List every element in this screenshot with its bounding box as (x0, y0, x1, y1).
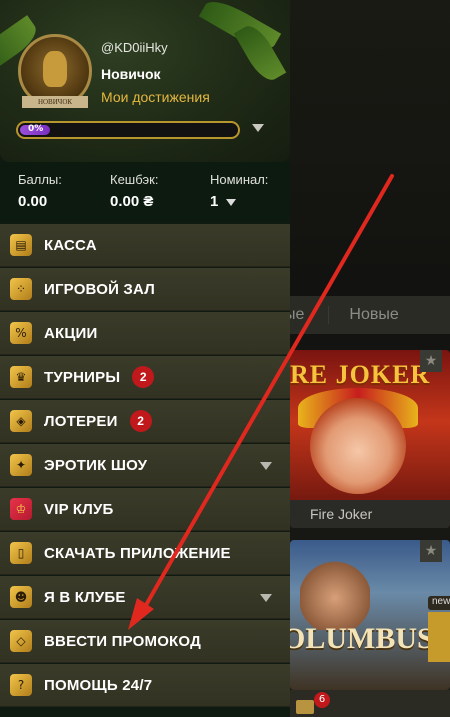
menu-item-label: ТУРНИРЫ (44, 368, 121, 386)
profile-card: НОВИЧОК @KD0iiHky Новичок Мои достижения… (0, 0, 290, 162)
menu-item-label: Я В КЛУБЕ (44, 588, 126, 606)
menu-item-label: СКАЧАТЬ ПРИЛОЖЕНИЕ (44, 544, 231, 562)
menu-item-help[interactable]: ? ПОМОЩЬ 24/7 (0, 664, 290, 707)
menu-item-label: ПОМОЩЬ 24/7 (44, 676, 153, 694)
menu-item-label: АКЦИИ (44, 324, 98, 342)
trophy-icon: ♛ (10, 366, 32, 388)
menu-item-label: ИГРОВОЙ ЗАЛ (44, 280, 155, 298)
achievements-link[interactable]: Мои достижения (101, 89, 210, 105)
nominal-stat[interactable]: Номинал: 1 (210, 172, 268, 210)
menu-item-game-hall[interactable]: ⁘ ИГРОВОЙ ЗАЛ (0, 268, 290, 311)
username: @KD0iiHky (101, 40, 168, 55)
menu-item-tournaments[interactable]: ♛ ТУРНИРЫ 2 (0, 356, 290, 399)
side-drawer: НОВИЧОК @KD0iiHky Новичок Мои достижения… (0, 0, 290, 717)
rank-plate: НОВИЧОК (22, 96, 88, 108)
menu-item-erotic-show[interactable]: ✦ ЭРОТИК ШОУ (0, 444, 290, 487)
percent-icon: % (10, 322, 32, 344)
nav-count-badge: 6 (314, 692, 330, 708)
favorite-star-icon[interactable]: ★ (420, 350, 442, 372)
menu-item-download-app[interactable]: ▯ СКАЧАТЬ ПРИЛОЖЕНИЕ (0, 532, 290, 575)
slots-icon: ⁘ (10, 278, 32, 300)
nominal-value-text: 1 (210, 193, 219, 210)
chevron-down-icon[interactable] (260, 594, 272, 602)
game-title-art: RE JOKER (290, 360, 431, 389)
menu-item-lotteries[interactable]: ◈ ЛОТЕРЕИ 2 (0, 400, 290, 443)
cashier-nav-icon[interactable] (296, 700, 314, 714)
game-title-art: OLUMBUS (290, 622, 434, 655)
lobby-tabs: ые Новые (290, 296, 450, 334)
chevron-down-icon[interactable] (260, 462, 272, 470)
main-menu: ▤ КАССА ⁘ ИГРОВОЙ ЗАЛ % АКЦИИ ♛ ТУРНИРЫ … (0, 224, 290, 708)
show-icon: ✦ (10, 454, 32, 476)
help-icon: ? (10, 674, 32, 696)
menu-item-cashier[interactable]: ▤ КАССА (0, 224, 290, 267)
chevron-down-icon[interactable] (252, 124, 264, 132)
menu-item-label: ЭРОТИК ШОУ (44, 456, 148, 474)
favorite-star-icon[interactable]: ★ (420, 540, 442, 562)
points-stat: Баллы: 0.00 (18, 172, 62, 210)
nominal-value[interactable]: 1 (210, 193, 268, 210)
menu-item-label: ВВЕСТИ ПРОМОКОД (44, 632, 201, 650)
new-badge: new (428, 596, 450, 610)
cashback-label: Кешбэк: (110, 172, 159, 187)
menu-item-label: VIP КЛУБ (44, 500, 114, 518)
game-lobby: ые Новые RE JOKER ★ Fire Joker OLUMBUS ★… (290, 0, 450, 717)
count-badge: 2 (132, 366, 155, 388)
count-badge: 2 (129, 410, 152, 432)
joker-face-art (310, 398, 406, 494)
game-caption: Fire Joker (290, 500, 450, 528)
monkey-icon: ☻ (10, 586, 32, 608)
level-progress-label: 0% (28, 124, 44, 134)
ticket-icon: ◈ (10, 410, 32, 432)
menu-item-enter-promo[interactable]: ◇ ВВЕСТИ ПРОМОКОД (0, 620, 290, 663)
idol-mask-icon (43, 51, 67, 87)
chevron-down-icon[interactable] (226, 198, 237, 206)
game-card-columbus[interactable]: OLUMBUS ★ (290, 540, 450, 690)
cashier-icon: ▤ (10, 234, 32, 256)
tab-new[interactable]: Новые (328, 306, 408, 324)
gift-icon[interactable] (428, 612, 450, 662)
points-label: Баллы: (18, 172, 62, 187)
crown-icon: ♔ (10, 498, 32, 520)
menu-item-label: ЛОТЕРЕИ (44, 412, 118, 430)
game-card-fire-joker[interactable]: RE JOKER ★ Fire Joker (290, 350, 450, 528)
menu-item-vip-club[interactable]: ♔ VIP КЛУБ (0, 488, 290, 531)
rank-name: Новичок (101, 66, 161, 82)
cashback-value: 0.00 ₴ (110, 193, 154, 210)
balance-stats: Баллы: 0.00 Кешбэк: 0.00 ₴ Номинал: 1 (0, 162, 290, 222)
cashback-stat: Кешбэк: 0.00 ₴ (110, 172, 158, 210)
promo-ticket-icon: ◇ (10, 630, 32, 652)
columbus-portrait-art (300, 550, 370, 630)
menu-item-in-club[interactable]: ☻ Я В КЛУБЕ (0, 576, 290, 619)
menu-item-promotions[interactable]: % АКЦИИ (0, 312, 290, 355)
menu-item-label: КАССА (44, 236, 97, 254)
phone-icon: ▯ (10, 542, 32, 564)
tab-popular[interactable]: ые (290, 306, 314, 324)
bottom-nav: 6 (290, 690, 450, 717)
level-progress-bar: 0% (16, 121, 240, 139)
points-value: 0.00 (18, 193, 48, 210)
nominal-label: Номинал: (210, 172, 269, 187)
